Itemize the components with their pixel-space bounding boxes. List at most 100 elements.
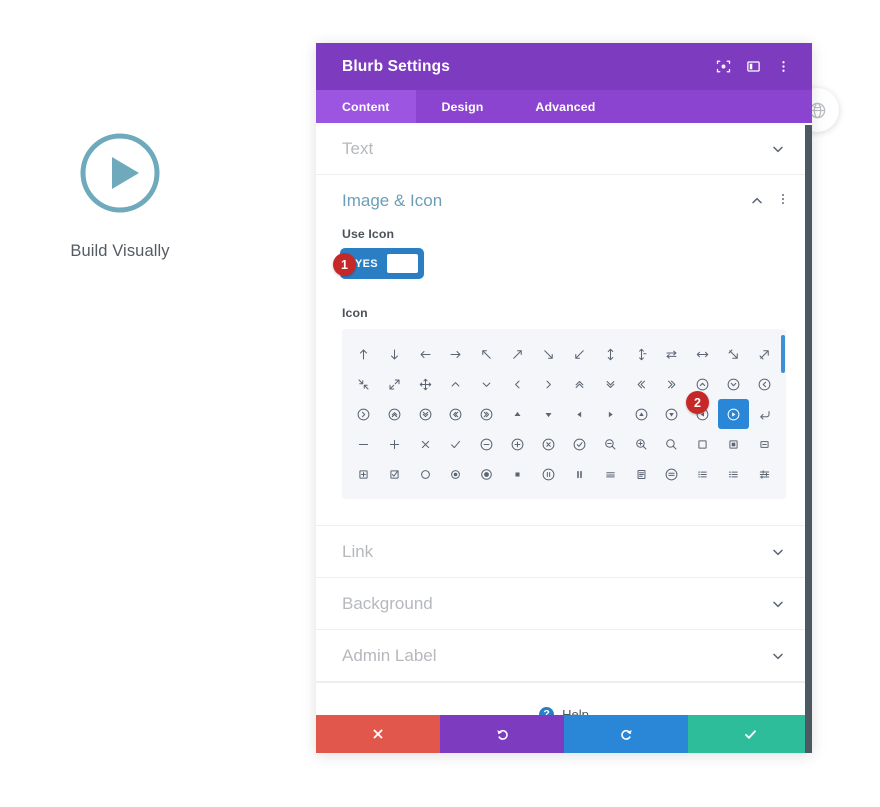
icon-option-arrow-left[interactable] bbox=[410, 339, 441, 369]
section-text[interactable]: Text bbox=[316, 123, 812, 175]
icon-option-triangle-right[interactable] bbox=[595, 399, 626, 429]
tab-advanced[interactable]: Advanced bbox=[509, 90, 621, 123]
icon-option-sliders[interactable] bbox=[749, 459, 780, 489]
section-link[interactable]: Link bbox=[316, 526, 812, 578]
cancel-button[interactable] bbox=[316, 715, 440, 753]
icon-option-circle-chevrons-down[interactable] bbox=[410, 399, 441, 429]
check-icon bbox=[743, 727, 758, 742]
save-button[interactable] bbox=[688, 715, 812, 753]
blurb-module-preview[interactable]: Build Visually bbox=[0, 130, 240, 261]
icon-option-square-outline[interactable] bbox=[687, 429, 718, 459]
icon-option-checkbox-checked[interactable] bbox=[379, 459, 410, 489]
icon-option-triangle-left[interactable] bbox=[564, 399, 595, 429]
icon-option-chevrons-up[interactable] bbox=[564, 369, 595, 399]
icon-option-circle-outline[interactable] bbox=[410, 459, 441, 489]
section-background[interactable]: Background bbox=[316, 578, 812, 630]
icon-option-circle-chevron-left[interactable] bbox=[749, 369, 780, 399]
step-badge-1: 1 bbox=[333, 253, 356, 276]
icon-option-list-dashes[interactable] bbox=[718, 459, 749, 489]
icon-option-square-plus[interactable] bbox=[348, 459, 379, 489]
icon-option-chevrons-right[interactable] bbox=[657, 369, 688, 399]
icon-option-circle-triangle-down[interactable] bbox=[657, 399, 688, 429]
icon-option-arrow-down[interactable] bbox=[379, 339, 410, 369]
icon-option-zoom-in[interactable] bbox=[626, 429, 657, 459]
icon-option-circle-chevron-down[interactable] bbox=[718, 369, 749, 399]
icon-option-circle-times[interactable] bbox=[533, 429, 564, 459]
icon-option-chevron-down[interactable] bbox=[471, 369, 502, 399]
icon-option-circle-plus[interactable] bbox=[502, 429, 533, 459]
icon-option-triangle-down[interactable] bbox=[533, 399, 564, 429]
icon-option-circle-chevrons-right[interactable] bbox=[471, 399, 502, 429]
modal-scrollbar[interactable] bbox=[805, 125, 812, 753]
icon-option-chevrons-down[interactable] bbox=[595, 369, 626, 399]
expand-frame-icon[interactable] bbox=[708, 52, 738, 82]
icon-option-circle-chevrons-up[interactable] bbox=[379, 399, 410, 429]
icon-option-list-lines[interactable] bbox=[595, 459, 626, 489]
icon-option-chevron-left[interactable] bbox=[502, 369, 533, 399]
icon-option-arrows-collapse[interactable] bbox=[348, 369, 379, 399]
redo-button[interactable] bbox=[564, 715, 688, 753]
chevron-up-icon[interactable] bbox=[749, 193, 765, 209]
icon-option-square-filled-inset[interactable] bbox=[718, 429, 749, 459]
icon-option-arrow-resize-up-right[interactable] bbox=[749, 339, 780, 369]
undo-button[interactable] bbox=[440, 715, 564, 753]
icon-option-times[interactable] bbox=[410, 429, 441, 459]
icon-option-square-minus[interactable] bbox=[749, 429, 780, 459]
icon-option-arrow-resize-down-right[interactable] bbox=[718, 339, 749, 369]
page-preview-area: Build Visually bbox=[0, 0, 316, 807]
chevron-down-icon bbox=[770, 596, 786, 612]
tab-design[interactable]: Design bbox=[416, 90, 510, 123]
icon-option-check[interactable] bbox=[441, 429, 472, 459]
icon-option-arrow-right[interactable] bbox=[441, 339, 472, 369]
icon-option-arrows-horizontal[interactable] bbox=[687, 339, 718, 369]
icon-option-arrow-up[interactable] bbox=[348, 339, 379, 369]
icon-option-chevrons-left[interactable] bbox=[626, 369, 657, 399]
icon-option-arrow-down-right[interactable] bbox=[533, 339, 564, 369]
icon-option-list-bullets[interactable] bbox=[687, 459, 718, 489]
tab-content[interactable]: Content bbox=[316, 90, 416, 123]
icon-option-arrows-vertical-split[interactable] bbox=[626, 339, 657, 369]
vertical-dots-icon[interactable] bbox=[768, 52, 798, 82]
section-admin-label[interactable]: Admin Label bbox=[316, 630, 812, 682]
icon-option-arrow-up-right[interactable] bbox=[502, 339, 533, 369]
section-image-icon-header[interactable]: Image & Icon bbox=[316, 175, 812, 227]
icon-option-document-lines[interactable] bbox=[626, 459, 657, 489]
icon-option-triangle-up[interactable] bbox=[502, 399, 533, 429]
icon-option-chevron-up[interactable] bbox=[441, 369, 472, 399]
icon-option-arrows-vertical[interactable] bbox=[595, 339, 626, 369]
icon-option-circle-triangle-up[interactable] bbox=[626, 399, 657, 429]
icon-option-square-small-filled[interactable] bbox=[502, 459, 533, 489]
icon-option-arrows-expand[interactable] bbox=[379, 369, 410, 399]
icon-option-circle-lines[interactable] bbox=[657, 459, 688, 489]
undo-arrow-icon bbox=[495, 727, 510, 742]
icon-option-plus[interactable] bbox=[379, 429, 410, 459]
icon-option-arrows-left-right-tail[interactable] bbox=[657, 339, 688, 369]
vertical-dots-icon[interactable] bbox=[776, 192, 790, 211]
icon-option-circle-check[interactable] bbox=[564, 429, 595, 459]
blurb-preview-title: Build Visually bbox=[70, 242, 170, 260]
icon-option-zoom-out[interactable] bbox=[595, 429, 626, 459]
icon-option-pause[interactable] bbox=[564, 459, 595, 489]
help-row[interactable]: ? Help bbox=[316, 682, 812, 715]
icon-option-circle-pause[interactable] bbox=[533, 459, 564, 489]
help-question-icon: ? bbox=[539, 706, 555, 715]
modal-scroll-body: Text Image & Icon Use Icon YES 1 Icon 2 … bbox=[316, 123, 812, 715]
icon-option-circle-chevron-right[interactable] bbox=[348, 399, 379, 429]
redo-arrow-icon bbox=[619, 727, 634, 742]
icon-option-arrow-return-left[interactable] bbox=[749, 399, 780, 429]
icon-option-circle-chevrons-left[interactable] bbox=[441, 399, 472, 429]
icon-option-arrows-move[interactable] bbox=[410, 369, 441, 399]
icon-option-chevron-right[interactable] bbox=[533, 369, 564, 399]
icon-option-radio-selected[interactable] bbox=[441, 459, 472, 489]
icon-option-arrow-up-left[interactable] bbox=[471, 339, 502, 369]
icon-picker-scrollbar[interactable] bbox=[781, 335, 785, 373]
icon-option-play-circle[interactable] bbox=[718, 399, 750, 429]
icon-option-circle-minus[interactable] bbox=[471, 429, 502, 459]
icon-option-arrow-down-left[interactable] bbox=[564, 339, 595, 369]
icon-option-search[interactable] bbox=[657, 429, 688, 459]
icon-option-minus[interactable] bbox=[348, 429, 379, 459]
split-layout-icon[interactable] bbox=[738, 52, 768, 82]
section-background-label: Background bbox=[342, 593, 433, 613]
chevron-down-icon bbox=[770, 544, 786, 560]
icon-option-circle-dot-filled[interactable] bbox=[471, 459, 502, 489]
